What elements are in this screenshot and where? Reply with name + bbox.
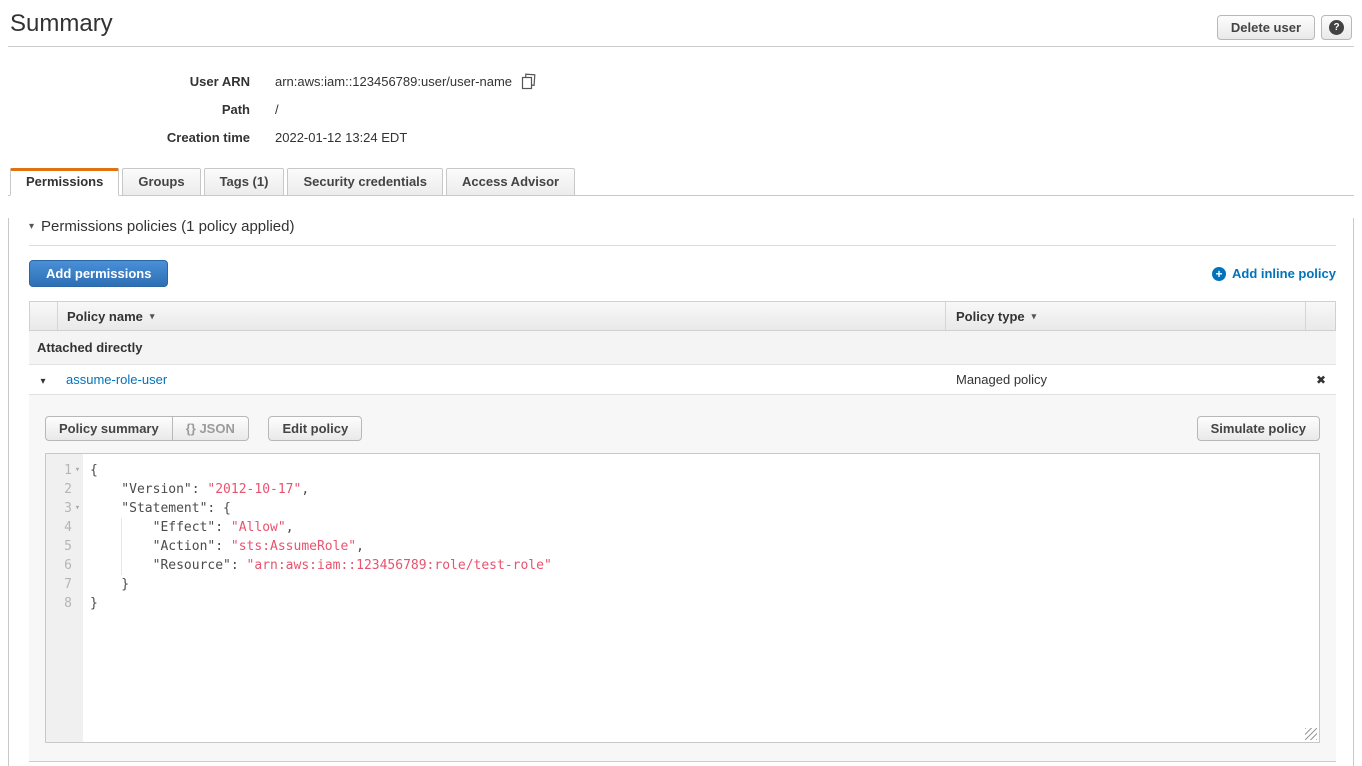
row-expand-toggle[interactable]: ▾ (29, 372, 57, 387)
tab-access-advisor[interactable]: Access Advisor (446, 168, 575, 196)
policy-type-cell: Managed policy (946, 372, 1306, 387)
section-title: Permissions policies (1 policy applied) (41, 218, 294, 235)
user-info-section: User ARN arn:aws:iam::123456789:user/use… (10, 67, 1362, 151)
edit-policy-button[interactable]: Edit policy (268, 416, 362, 441)
fold-caret-icon[interactable]: ▾ (72, 499, 83, 518)
path-label: Path (10, 102, 250, 117)
creation-time-value: 2022-01-12 13:24 EDT (275, 130, 407, 145)
page-header: Summary Delete user ? (8, 0, 1354, 47)
tab-groups[interactable]: Groups (122, 168, 200, 196)
editor-code-area[interactable]: { "Version": "2012-10-17", "Statement": … (83, 454, 1319, 742)
code-line: } (90, 575, 1319, 594)
editor-resize-handle[interactable] (1305, 728, 1317, 740)
policy-actions-row: Add permissions + Add inline policy (29, 260, 1336, 287)
code-line: { (90, 461, 1319, 480)
user-arn-label: User ARN (10, 74, 250, 89)
policies-table-header: Policy name ▾ Policy type ▾ (29, 301, 1336, 331)
fold-caret-icon[interactable]: ▾ (72, 461, 83, 480)
expand-caret-icon: ▾ (40, 376, 45, 387)
code-line: "Resource": "arn:aws:iam::123456789:role… (90, 556, 1319, 575)
policy-type-column-header[interactable]: Policy type ▾ (945, 302, 1305, 330)
user-arn-row: User ARN arn:aws:iam::123456789:user/use… (10, 67, 1362, 95)
attached-directly-group-row: Attached directly (29, 331, 1336, 365)
creation-time-label: Creation time (10, 130, 250, 145)
tab-security-credentials[interactable]: Security credentials (287, 168, 443, 196)
sort-caret-icon: ▾ (1032, 311, 1037, 322)
code-line: "Action": "sts:AssumeRole", (90, 537, 1319, 556)
json-view-button[interactable]: {} JSON (172, 416, 249, 441)
path-row: Path / (10, 95, 1362, 123)
creation-time-row: Creation time 2022-01-12 13:24 EDT (10, 123, 1362, 151)
add-inline-policy-link[interactable]: + Add inline policy (1212, 266, 1336, 281)
tab-permissions[interactable]: Permissions (10, 168, 119, 196)
code-line: "Effect": "Allow", (90, 518, 1319, 537)
policy-summary-button[interactable]: Policy summary (45, 416, 173, 441)
code-line: "Statement": { (90, 499, 1319, 518)
tabs: Permissions Groups Tags (1) Security cre… (8, 168, 1354, 196)
policy-detail-panel: Policy summary {} JSON Edit policy Simul… (29, 395, 1336, 762)
code-line: "Version": "2012-10-17", (90, 480, 1319, 499)
simulate-policy-button[interactable]: Simulate policy (1197, 416, 1320, 441)
policy-name-column-header[interactable]: Policy name ▾ (58, 302, 945, 330)
path-value: / (275, 102, 279, 117)
copy-icon[interactable] (520, 73, 537, 90)
permissions-tab-panel: ▾ Permissions policies (1 policy applied… (8, 218, 1354, 766)
section-collapse-icon: ▾ (29, 221, 34, 232)
indent-guide (121, 518, 122, 575)
expander-column-header (30, 302, 58, 330)
policy-json-editor[interactable]: 1▾23▾45678 { "Version": "2012-10-17", "S… (45, 453, 1320, 743)
actions-column-header (1305, 302, 1335, 330)
add-permissions-button[interactable]: Add permissions (29, 260, 168, 287)
editor-line-number-gutter: 1▾23▾45678 (46, 454, 83, 742)
header-actions: Delete user ? (1217, 15, 1352, 40)
delete-user-button[interactable]: Delete user (1217, 15, 1315, 40)
help-button[interactable]: ? (1321, 15, 1352, 40)
remove-policy-icon[interactable]: ✖ (1316, 373, 1326, 387)
help-icon: ? (1329, 20, 1344, 35)
sort-caret-icon: ▾ (150, 311, 155, 322)
user-arn-value: arn:aws:iam::123456789:user/user-name (275, 74, 512, 89)
permissions-policies-section-header[interactable]: ▾ Permissions policies (1 policy applied… (29, 218, 1336, 246)
policy-view-switcher: Policy summary {} JSON (45, 416, 249, 441)
policy-name-link[interactable]: assume-role-user (66, 372, 167, 387)
plus-icon: + (1212, 267, 1226, 281)
code-line: } (90, 594, 1319, 613)
policies-table: Policy name ▾ Policy type ▾ Attached dir… (29, 301, 1336, 762)
page-title: Summary (8, 0, 1354, 38)
policy-table-row: ▾ assume-role-user Managed policy ✖ (29, 365, 1336, 395)
tab-tags[interactable]: Tags (1) (204, 168, 285, 196)
